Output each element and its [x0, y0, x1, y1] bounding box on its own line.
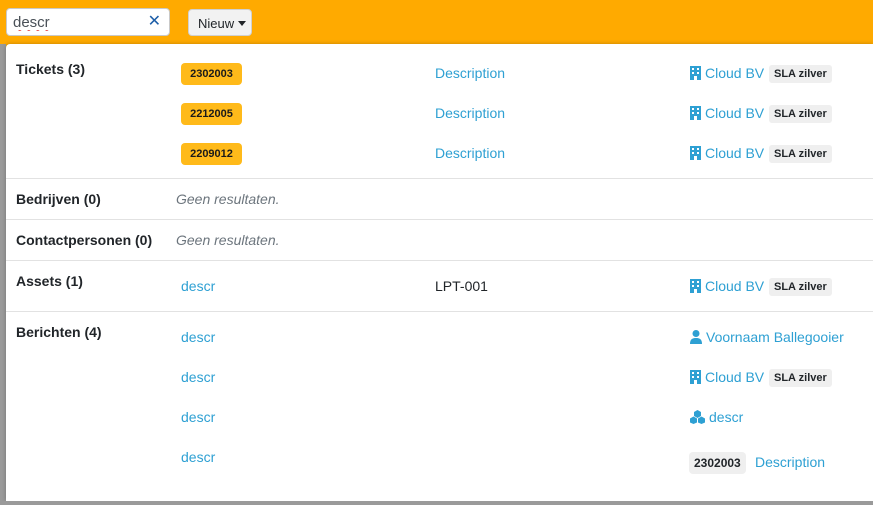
section-divider [6, 178, 873, 179]
search-input[interactable] [13, 12, 141, 32]
clear-search-icon[interactable]: ✕ [148, 14, 161, 30]
building-icon [690, 370, 701, 384]
new-button-label: Nieuw [198, 16, 235, 31]
sla-badge: SLA zilver [769, 105, 832, 123]
bottom-edge [0, 501, 873, 505]
tickets-section-title: Tickets (3) [16, 61, 85, 77]
ticket-subject-link[interactable]: Description [435, 145, 505, 161]
ticket-company-name: Cloud BV [705, 145, 765, 161]
no-results-text: Geen resultaten. [176, 191, 280, 207]
no-results-text: Geen resultaten. [176, 232, 280, 248]
ticket-company-name: Cloud BV [705, 105, 765, 121]
asset-name-link[interactable]: descr [181, 278, 215, 294]
ticket-company-link[interactable]: Cloud BV [690, 105, 764, 121]
message-company-name: Cloud BV [705, 369, 765, 385]
ticket-number-badge[interactable]: 2212005 [181, 103, 242, 125]
message-asset-link[interactable]: descr [690, 409, 743, 425]
message-contact-link[interactable]: Voornaam Ballegooier [690, 329, 844, 345]
section-divider [6, 311, 873, 312]
person-icon [690, 330, 702, 344]
bedrijven-section-title: Bedrijven (0) [16, 191, 101, 207]
ticket-subject-link[interactable]: Description [435, 65, 505, 81]
message-contact-name: Voornaam Ballegooier [706, 329, 844, 345]
asset-company-name: Cloud BV [705, 278, 765, 294]
message-link[interactable]: descr [181, 329, 215, 345]
new-dropdown-button[interactable]: Nieuw [188, 9, 252, 36]
ticket-company-link[interactable]: Cloud BV [690, 65, 764, 81]
ticket-subject-link[interactable]: Description [435, 105, 505, 121]
assets-section-title: Assets (1) [16, 273, 83, 289]
asset-code: LPT-001 [435, 278, 488, 294]
section-divider [6, 219, 873, 220]
berichten-section-title: Berichten (4) [16, 324, 102, 340]
building-icon [690, 106, 701, 120]
section-divider [6, 260, 873, 261]
ticket-company-name: Cloud BV [705, 65, 765, 81]
cubes-icon [690, 410, 705, 424]
sla-badge: SLA zilver [769, 145, 832, 163]
contactpersonen-section-title: Contactpersonen (0) [16, 232, 153, 248]
message-link[interactable]: descr [181, 409, 215, 425]
ticket-number-badge[interactable]: 2209012 [181, 143, 242, 165]
caret-down-icon [238, 21, 247, 26]
ticket-company-link[interactable]: Cloud BV [690, 145, 764, 161]
building-icon [690, 66, 701, 80]
ticket-reference-badge[interactable]: 2302003 [689, 452, 746, 474]
building-icon [690, 279, 701, 293]
message-asset-name: descr [709, 409, 744, 425]
search-results-panel: Tickets (3) 2302003 Description Cloud BV… [6, 44, 873, 501]
ticket-number-badge[interactable]: 2302003 [181, 63, 242, 85]
asset-company-link[interactable]: Cloud BV [690, 278, 764, 294]
sla-badge: SLA zilver [769, 369, 832, 387]
message-ticket-link[interactable]: Description [755, 454, 825, 470]
message-link[interactable]: descr [181, 449, 215, 465]
search-box[interactable]: ✕ [6, 8, 170, 36]
building-icon [690, 146, 701, 160]
sla-badge: SLA zilver [769, 278, 832, 296]
sla-badge: SLA zilver [769, 65, 832, 83]
message-link[interactable]: descr [181, 369, 215, 385]
message-company-link[interactable]: Cloud BV [690, 369, 764, 385]
